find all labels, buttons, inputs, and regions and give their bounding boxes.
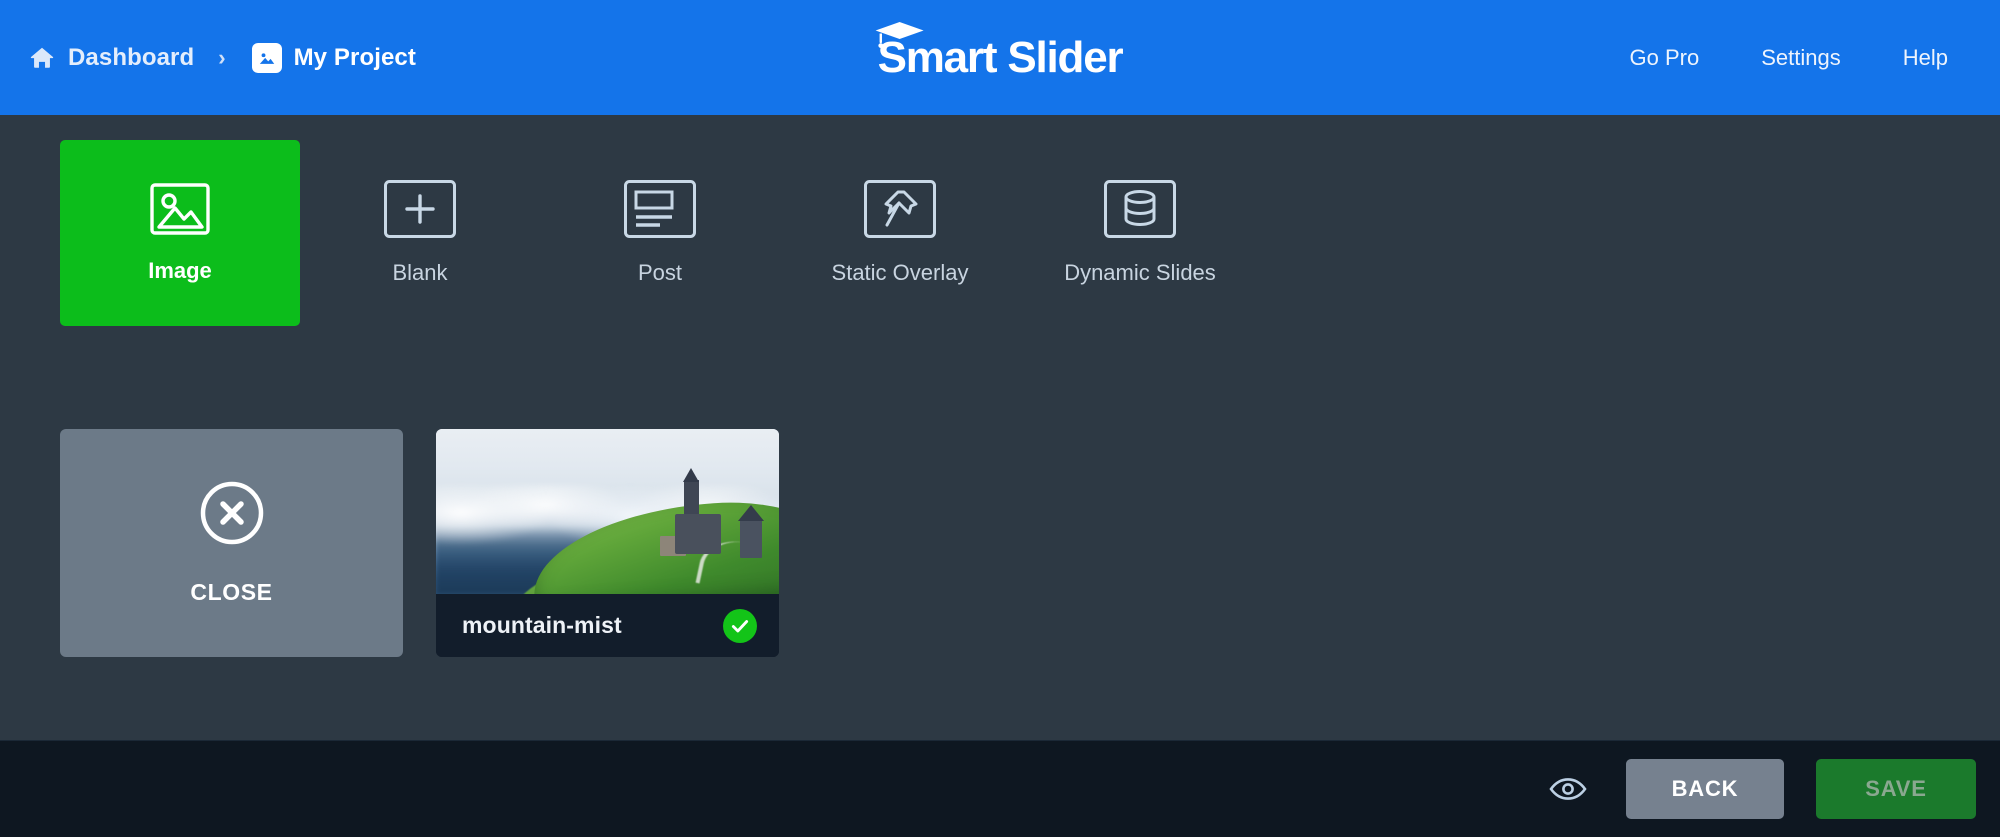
database-icon: [1104, 180, 1176, 238]
nav-link-help[interactable]: Help: [1903, 45, 1948, 71]
check-circle-icon[interactable]: [723, 608, 757, 643]
breadcrumb-item-dashboard[interactable]: Dashboard: [28, 44, 194, 72]
nav-link-go-pro[interactable]: Go Pro: [1630, 45, 1700, 71]
app-footer: BACK SAVE: [0, 740, 2000, 837]
slide-type-tab-dynamic-slides[interactable]: Dynamic Slides: [1020, 140, 1260, 326]
slide-thumbnail-image: [436, 429, 779, 594]
image-icon: [251, 42, 282, 73]
save-button[interactable]: SAVE: [1816, 759, 1976, 819]
slide-type-label-image: Image: [148, 258, 212, 283]
breadcrumb-separator: ›: [218, 44, 226, 70]
pushpin-icon: [864, 180, 936, 238]
eye-icon[interactable]: [1542, 763, 1594, 815]
breadcrumb-item-project[interactable]: My Project: [251, 42, 416, 73]
app-header: Dashboard › My Project Smart Slider Go P…: [0, 0, 2000, 115]
slide-type-tab-image[interactable]: Image: [60, 140, 300, 326]
plus-icon: [384, 180, 456, 238]
slide-type-label-static-overlay: Static Overlay: [831, 260, 969, 285]
home-icon: [28, 44, 56, 72]
post-layout-icon: [624, 180, 696, 238]
slide-type-label-post: Post: [637, 260, 683, 285]
slide-thumbnail-name: mountain-mist: [462, 612, 622, 638]
smart-slider-logo: Smart Slider: [875, 21, 1124, 82]
breadcrumb-label-dashboard: Dashboard: [68, 43, 195, 71]
graduation-cap-icon: [874, 20, 926, 55]
smart-slider-app: Dashboard › My Project Smart Slider Go P…: [0, 0, 2000, 837]
slide-type-label-dynamic-slides: Dynamic Slides: [1064, 260, 1216, 285]
picture-icon: [149, 182, 211, 236]
slide-card-list: CLOSE mountain-mist: [0, 326, 2000, 657]
close-card-label: CLOSE: [190, 579, 273, 605]
nav-link-settings[interactable]: Settings: [1761, 45, 1841, 71]
slide-type-tab-post[interactable]: Post: [540, 140, 780, 326]
breadcrumb-label-project: My Project: [293, 43, 416, 71]
slide-type-tab-static-overlay[interactable]: Static Overlay: [780, 140, 1020, 326]
logo-text: Smart Slider: [877, 32, 1124, 82]
slide-type-tabs: Image Blank Post Static Overlay Dynamic …: [0, 115, 2000, 326]
close-circle-icon: [199, 480, 265, 551]
close-card[interactable]: CLOSE: [60, 429, 403, 657]
slide-thumbnail-bar: mountain-mist: [436, 594, 779, 657]
slide-thumbnail-card[interactable]: mountain-mist: [436, 429, 779, 657]
slide-type-tab-blank[interactable]: Blank: [300, 140, 540, 326]
back-button[interactable]: BACK: [1626, 759, 1784, 819]
header-nav: Go Pro Settings Help: [1630, 45, 1972, 71]
main-content: Image Blank Post Static Overlay Dynamic …: [0, 115, 2000, 740]
slide-type-label-blank: Blank: [392, 260, 448, 285]
breadcrumb: Dashboard › My Project: [28, 0, 416, 115]
